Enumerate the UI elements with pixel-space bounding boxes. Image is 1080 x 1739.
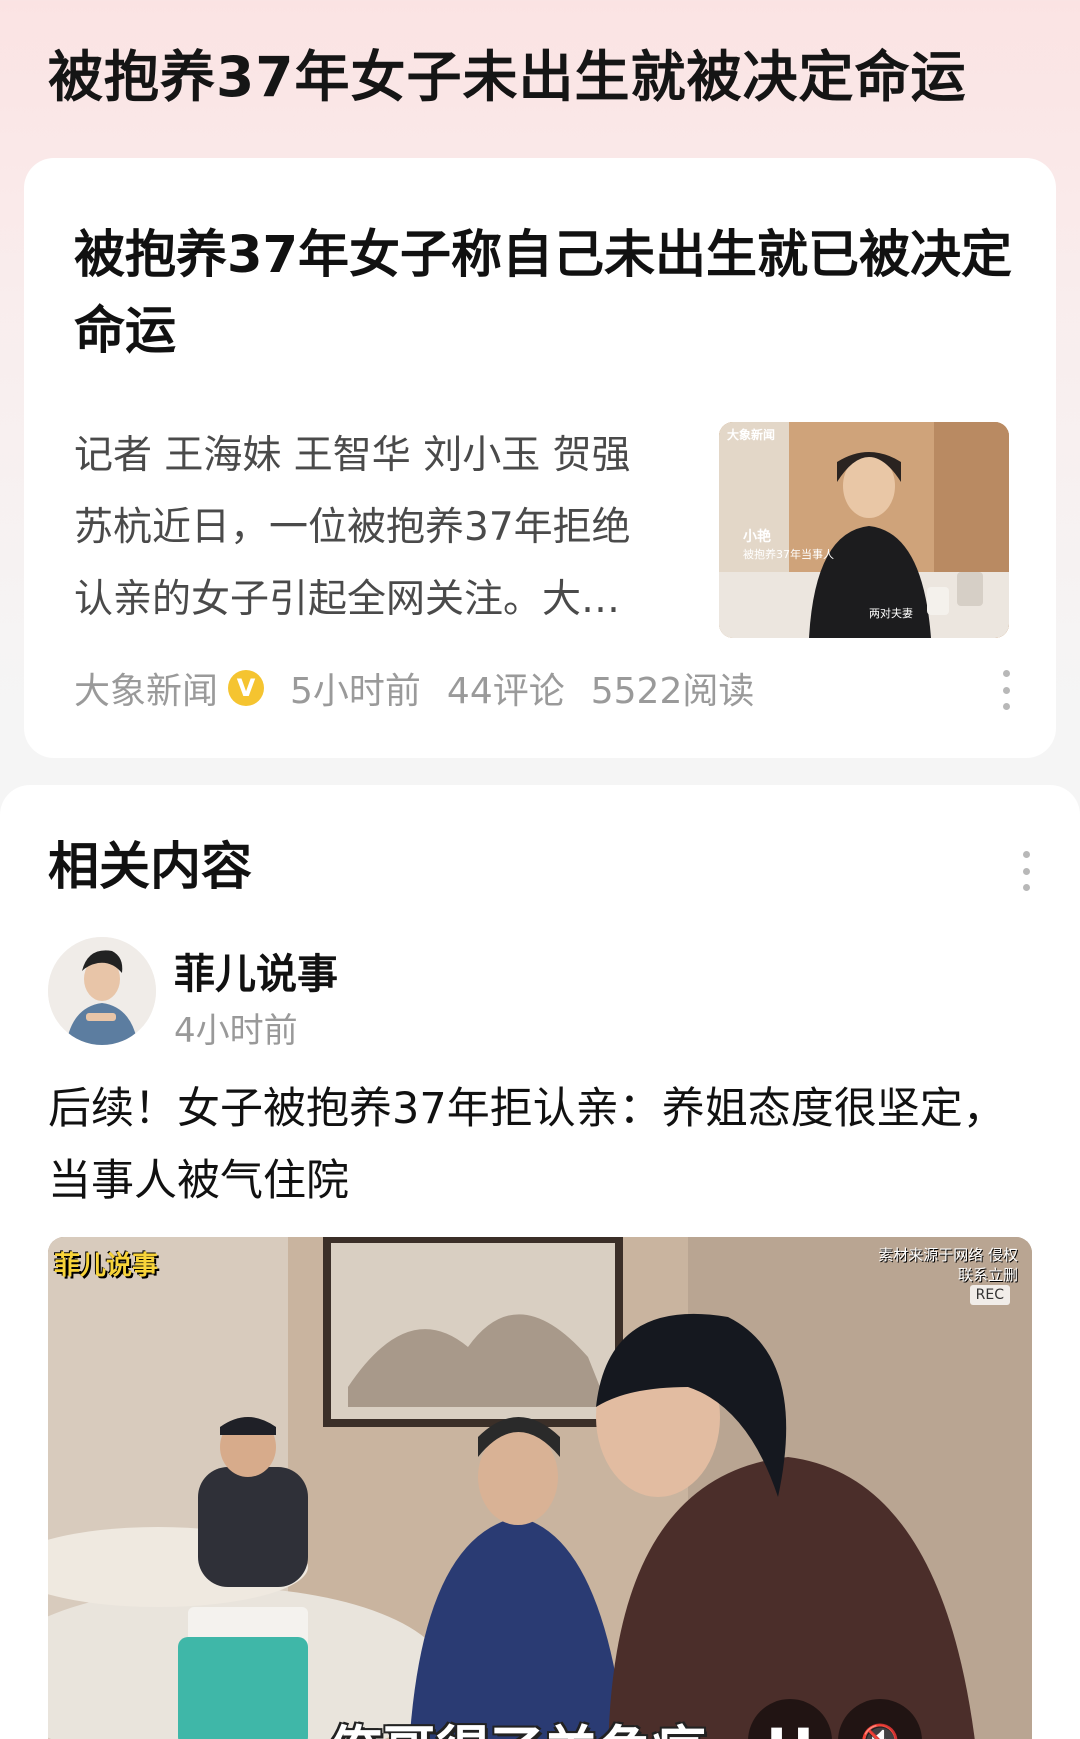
thumb-role-caption: 被抱养37年当事人 <box>743 548 834 561</box>
video-player[interactable]: 菲儿说事 素材来源于网络 侵权联系立删 REC 俺哥得了羊角疯 ❚❚ 🔇 <box>48 1237 1032 1739</box>
rec-label: REC <box>969 1285 1010 1305</box>
author-name[interactable]: 菲儿说事 <box>174 940 338 1000</box>
read-count: 5522阅读 <box>590 671 755 712</box>
more-vertical-icon[interactable] <box>1000 670 1012 710</box>
thumb-corner-caption: 两对夫妻 <box>869 607 913 620</box>
video-subtitle: 俺哥得了羊角疯 <box>328 1707 706 1739</box>
summary-line: 记者 王海妹 王智华 刘小玉 贺强 <box>74 433 631 478</box>
thumb-logo: 大象新闻 <box>727 428 776 442</box>
avatar-image <box>48 937 156 1045</box>
video-channel-tag: 菲儿说事 <box>54 1251 159 1281</box>
thumb-name-caption: 小艳 <box>743 529 771 545</box>
video-watermark: 素材来源于网络 侵权联系立删 <box>878 1246 1018 1284</box>
avatar[interactable] <box>48 937 156 1045</box>
article-summary[interactable]: 记者 王海妹 王智华 刘小玉 贺强 苏杭近日，一位被抱养37年拒绝 认亲的女子引… <box>74 420 684 636</box>
related-heading: 相关内容 <box>48 838 253 897</box>
comment-count: 44评论 <box>446 671 565 712</box>
more-vertical-icon[interactable] <box>1020 851 1032 891</box>
post-title[interactable]: 后续！女子被抱养37年拒认亲：养姐态度很坚定，当事人被气住院 <box>48 1073 1038 1217</box>
news-article-card[interactable]: 被抱养37年女子称自己未出生就已被决定命运 记者 王海妹 王智华 刘小玉 贺强 … <box>24 158 1056 758</box>
article-meta: 大象新闻 V 5小时前 44评论 5522阅读 <box>74 658 1034 718</box>
article-thumbnail[interactable]: 大象新闻 小艳 被抱养37年当事人 两对夫妻 <box>719 422 1009 638</box>
summary-line: 认亲的女子引起全网关注。大… <box>74 577 621 622</box>
related-section: 相关内容 菲儿说事 4小时前 后续！女子被抱养37年拒认亲：养姐态度很坚定，当事… <box>0 785 1080 1739</box>
page-title: 被抱养37年女子未出生就被决定命运 <box>48 45 967 109</box>
article-title[interactable]: 被抱养37年女子称自己未出生就已被决定命运 <box>74 218 1024 370</box>
video-frame <box>48 1237 1032 1739</box>
post-time: 4小时前 <box>174 1011 298 1051</box>
verified-icon: V <box>228 670 265 706</box>
source-name[interactable]: 大象新闻 <box>74 662 218 714</box>
summary-line: 苏杭近日，一位被抱养37年拒绝 <box>74 505 631 550</box>
publish-time: 5小时前 <box>290 671 421 712</box>
